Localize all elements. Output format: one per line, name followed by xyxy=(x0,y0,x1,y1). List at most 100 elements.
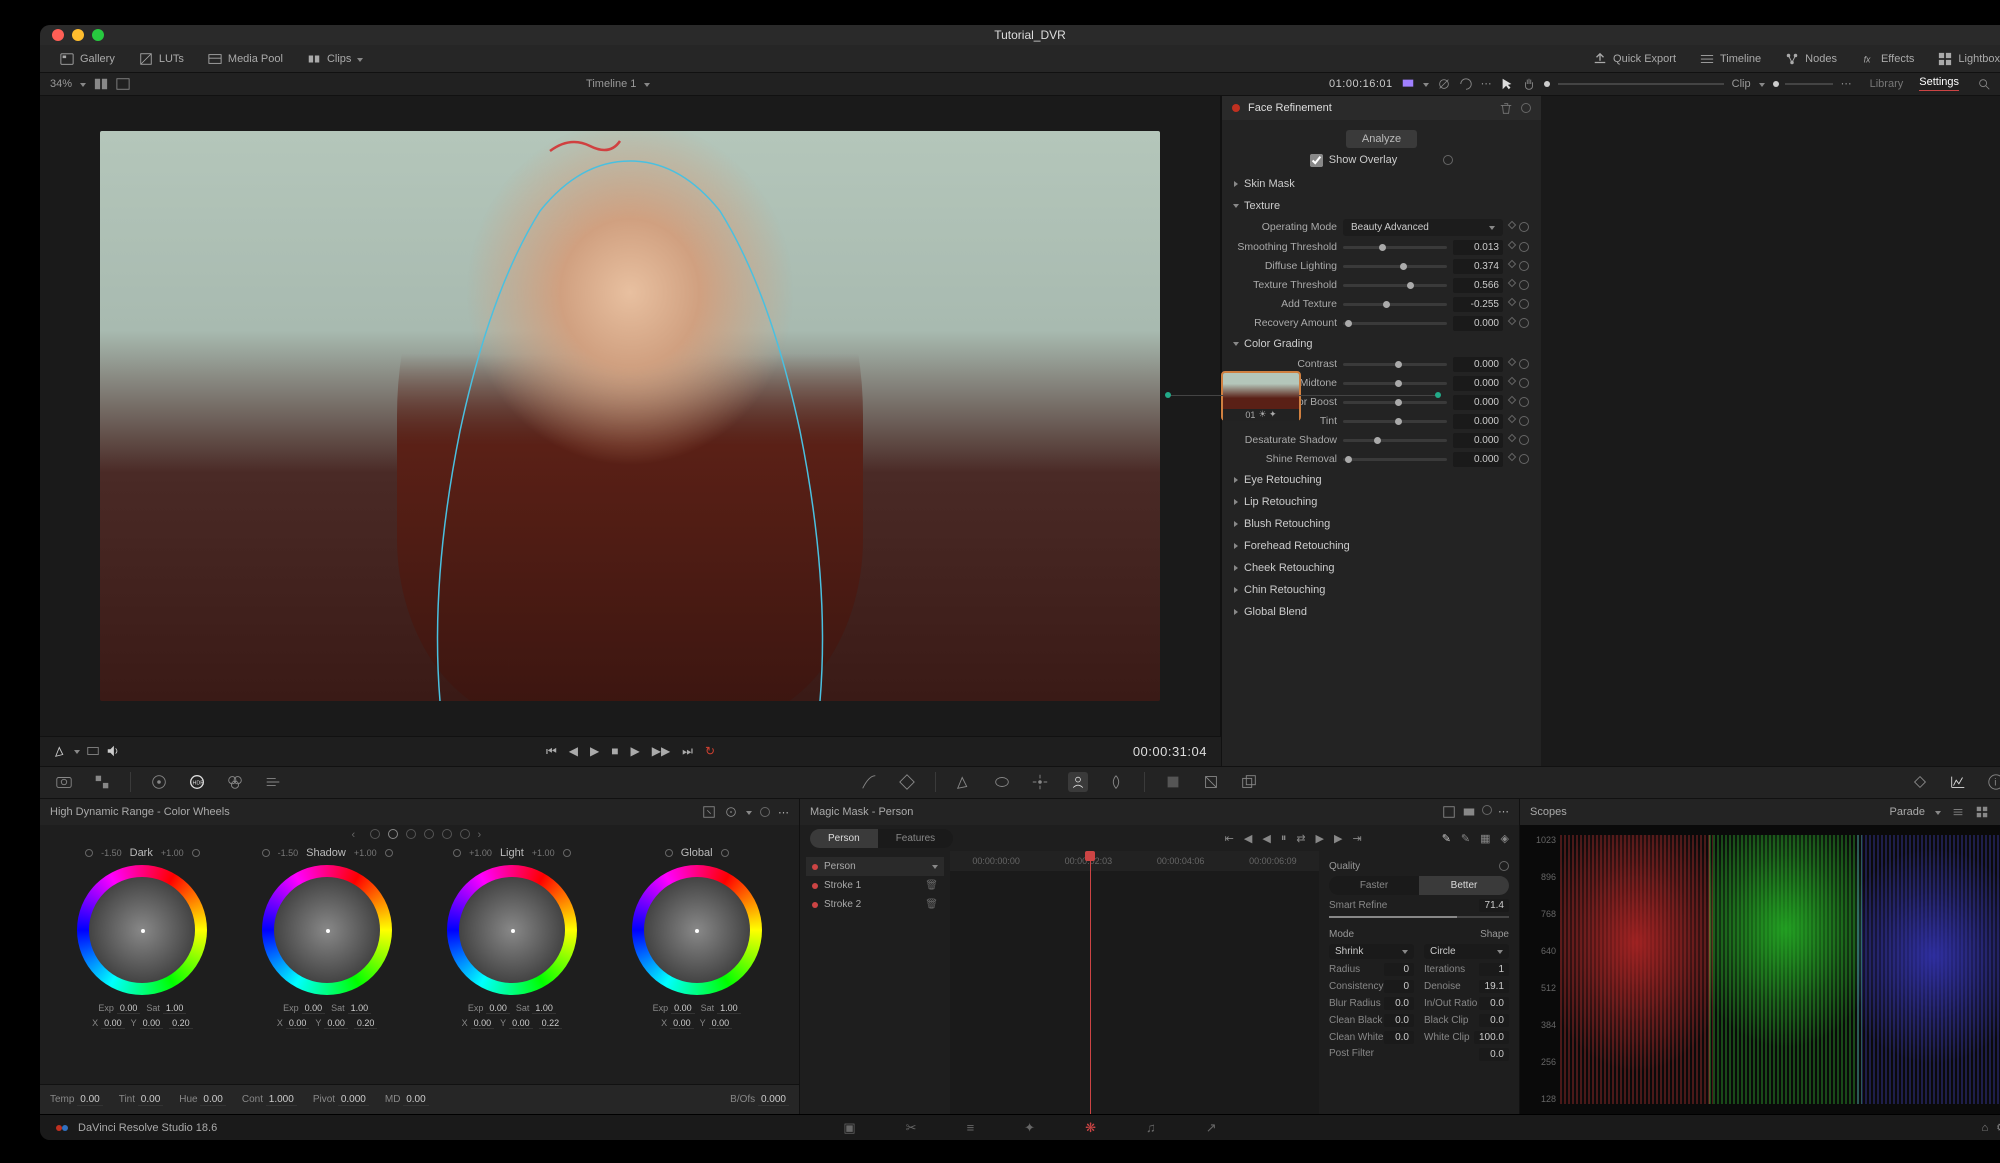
features-tab[interactable]: Features xyxy=(878,829,953,848)
gallery-button[interactable]: Gallery xyxy=(50,49,125,69)
mask-prev-frame-icon[interactable]: ◀ xyxy=(1244,832,1252,845)
home-icon[interactable]: ⌂ xyxy=(1981,1122,1988,1134)
smart-refine-value[interactable]: 71.4 xyxy=(1479,899,1509,912)
play-icon[interactable]: ▶ xyxy=(630,744,639,759)
wheel-prev[interactable]: ‹ xyxy=(352,829,362,839)
mask-play-back-icon[interactable]: ◀ xyxy=(1262,832,1270,845)
param-slider[interactable] xyxy=(1343,458,1447,461)
clips-button[interactable]: Clips xyxy=(297,49,373,69)
play-back-icon[interactable]: ▶ xyxy=(590,744,599,759)
next-clip-icon[interactable]: ⏭ xyxy=(682,744,693,759)
kf-icon[interactable] xyxy=(1508,260,1516,268)
reset-param-icon[interactable] xyxy=(1519,416,1529,426)
qualifier-icon[interactable] xyxy=(954,772,974,792)
wheel-reset-3[interactable] xyxy=(665,849,673,857)
chin-section[interactable]: Chin Retouching xyxy=(1222,579,1541,601)
stroke-2[interactable]: Stroke 2🗑 xyxy=(806,895,944,914)
kf-icon[interactable] xyxy=(1508,377,1516,385)
reset-param-icon[interactable] xyxy=(1519,359,1529,369)
param-slider[interactable] xyxy=(1343,246,1447,249)
exp-value[interactable]: 0.00 xyxy=(302,1003,326,1014)
viewer-preview[interactable] xyxy=(40,96,1220,736)
reset-param-icon[interactable] xyxy=(1519,261,1529,271)
camera-raw-icon[interactable] xyxy=(54,772,74,792)
mask-opt2-icon[interactable] xyxy=(1462,805,1476,819)
mask-play-icon[interactable]: ▶ xyxy=(1316,832,1324,845)
step-back-icon[interactable]: ◀ xyxy=(569,744,578,759)
kf-icon[interactable] xyxy=(1508,298,1516,306)
timeline-slider-dot[interactable] xyxy=(1773,81,1779,87)
kf-icon[interactable] xyxy=(1508,279,1516,287)
sizing-icon[interactable] xyxy=(1201,772,1221,792)
timeline-dropdown-icon[interactable] xyxy=(644,78,650,90)
magic-mask-icon[interactable] xyxy=(1068,772,1088,792)
mask-reset[interactable] xyxy=(1482,805,1492,815)
loop-playback-icon[interactable]: ↻ xyxy=(705,744,715,759)
scopes-settings-icon[interactable] xyxy=(1951,805,1965,819)
mask-next-frame-icon[interactable]: ▶ xyxy=(1334,832,1342,845)
mask-more-icon[interactable]: ⋯ xyxy=(1498,805,1509,819)
settings-tab[interactable]: Settings xyxy=(1919,76,1959,91)
falloff-value[interactable]: 0.22 xyxy=(539,1018,563,1029)
exp-value[interactable]: 0.00 xyxy=(117,1003,141,1014)
tracker-icon[interactable] xyxy=(1030,772,1050,792)
color-grading-section[interactable]: Color Grading xyxy=(1222,333,1541,355)
wheel-reset2-3[interactable] xyxy=(721,849,729,857)
y-value[interactable]: 0.00 xyxy=(509,1018,533,1029)
clip-dropdown[interactable]: Clip xyxy=(1732,78,1751,90)
scopes-panel-icon[interactable] xyxy=(1948,772,1968,792)
person-tab[interactable]: Person xyxy=(810,829,878,848)
reset-effect-icon[interactable] xyxy=(1521,103,1531,113)
fusion-page-icon[interactable]: ✦ xyxy=(1024,1120,1035,1136)
mask-timeline[interactable]: 00:00:00:00 00:00:02:03 00:00:04:06 00:0… xyxy=(950,851,1319,1114)
wheel-sel-2[interactable] xyxy=(388,829,398,839)
keyframe-panel-icon[interactable] xyxy=(1910,772,1930,792)
audio-icon[interactable] xyxy=(106,744,120,758)
cheek-section[interactable]: Cheek Retouching xyxy=(1222,557,1541,579)
wheels-expand-icon[interactable] xyxy=(702,805,716,819)
wheel-reset-2[interactable] xyxy=(453,849,461,857)
more-icon[interactable]: ⋯ xyxy=(1481,77,1492,90)
wheel-next[interactable]: › xyxy=(478,829,488,839)
viewer-timecode[interactable]: 01:00:16:01 xyxy=(1329,78,1393,90)
delete-stroke-icon[interactable]: 🗑 xyxy=(925,899,938,910)
mask-playhead[interactable] xyxy=(1090,851,1091,1114)
slider-dot[interactable] xyxy=(1544,81,1550,87)
reset-param-icon[interactable] xyxy=(1519,454,1529,464)
timeline-slider[interactable] xyxy=(1785,83,1833,85)
param-value[interactable]: -0.255 xyxy=(1453,297,1503,312)
monitor-icon[interactable] xyxy=(1401,77,1415,91)
kf-icon[interactable] xyxy=(1508,221,1516,229)
more-icon-2[interactable]: ⋯ xyxy=(1841,77,1852,90)
quickexport-button[interactable]: Quick Export xyxy=(1583,49,1686,69)
qualifier-dd[interactable] xyxy=(74,745,80,757)
info-panel-icon[interactable]: i xyxy=(1986,772,2000,792)
person-header[interactable]: Person xyxy=(806,857,944,876)
timeline-name[interactable]: Timeline 1 xyxy=(586,78,636,90)
param-slider[interactable] xyxy=(1343,284,1447,287)
reset-param-icon[interactable] xyxy=(1519,397,1529,407)
qualifier-picker-icon[interactable] xyxy=(54,744,68,758)
node-graph[interactable]: 01☀ ✦ xyxy=(1220,96,1221,736)
texture-section[interactable]: Texture xyxy=(1222,195,1541,217)
color-page-icon[interactable]: ❋ xyxy=(1085,1120,1096,1136)
node-01[interactable]: 01☀ ✦ xyxy=(1221,371,1301,421)
param-slider[interactable] xyxy=(1343,420,1447,423)
3d-icon[interactable] xyxy=(1239,772,1259,792)
media-page-icon[interactable]: ▣ xyxy=(843,1120,855,1136)
bofs-value[interactable]: 0.000 xyxy=(758,1094,789,1106)
global-blend-section[interactable]: Global Blend xyxy=(1222,601,1541,623)
param-value[interactable]: 0.000 xyxy=(1453,376,1503,391)
param-value[interactable]: 0.013 xyxy=(1453,240,1503,255)
monitor-dropdown[interactable] xyxy=(1423,78,1429,90)
sat-value[interactable]: 1.00 xyxy=(163,1003,187,1014)
effects-button[interactable]: fxEffects xyxy=(1851,49,1924,69)
param-value[interactable]: 0.000 xyxy=(1453,395,1503,410)
cursor-icon[interactable] xyxy=(1500,77,1514,91)
reset-param-icon[interactable] xyxy=(1519,435,1529,445)
scopes-mode-dd[interactable] xyxy=(1935,806,1941,818)
param-value[interactable]: 0.000 xyxy=(1453,357,1503,372)
wheel-reset2-0[interactable] xyxy=(192,849,200,857)
library-tab[interactable]: Library xyxy=(1870,78,1904,90)
forehead-section[interactable]: Forehead Retouching xyxy=(1222,535,1541,557)
